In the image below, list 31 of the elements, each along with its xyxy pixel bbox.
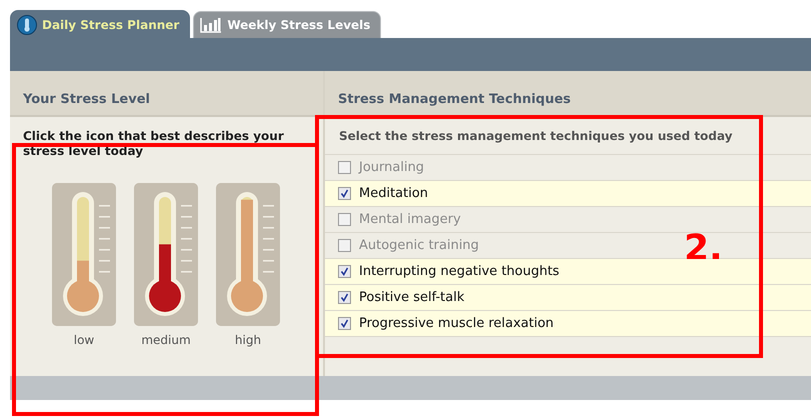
- tab[interactable]: Weekly Stress Levels: [193, 11, 382, 38]
- checkbox[interactable]: [338, 265, 351, 278]
- checkbox[interactable]: [338, 291, 351, 304]
- level-label: high: [234, 333, 262, 347]
- technique-row[interactable]: Progressive muscle relaxation: [325, 311, 811, 337]
- checkbox[interactable]: [338, 161, 351, 174]
- technique-label: Autogenic training: [359, 238, 479, 253]
- technique-label: Meditation: [359, 186, 428, 201]
- instruction-text: Click the icon that best describes your stress level today: [22, 128, 285, 159]
- technique-label: Mental imagery: [359, 212, 461, 227]
- tab[interactable]: Daily Stress Planner: [10, 10, 190, 38]
- panel-heading: Stress Management Techniques: [325, 71, 811, 117]
- bar-chart-icon: [200, 18, 222, 32]
- technique-label: Journaling: [359, 160, 424, 175]
- technique-row[interactable]: Interrupting negative thoughts: [325, 259, 811, 285]
- instruction-text: Select the stress management techniques you used today: [325, 117, 811, 155]
- level-label: medium: [141, 333, 191, 347]
- technique-row[interactable]: Meditation: [325, 181, 811, 207]
- technique-label: Interrupting negative thoughts: [359, 264, 560, 279]
- checkbox[interactable]: [338, 239, 351, 252]
- checkbox[interactable]: [338, 317, 351, 330]
- technique-row[interactable]: Mental imagery: [325, 207, 811, 233]
- checkbox[interactable]: [338, 213, 351, 226]
- panel-heading: Your Stress Level: [10, 71, 323, 117]
- level-label: low: [74, 333, 94, 347]
- checkbox[interactable]: [338, 187, 351, 200]
- thermometer-icon: [17, 14, 37, 34]
- technique-label: Progressive muscle relaxation: [359, 316, 554, 331]
- technique-row[interactable]: Positive self-talk: [325, 285, 811, 311]
- thermometer-icon[interactable]: [134, 183, 198, 326]
- technique-label: Positive self-talk: [359, 290, 464, 305]
